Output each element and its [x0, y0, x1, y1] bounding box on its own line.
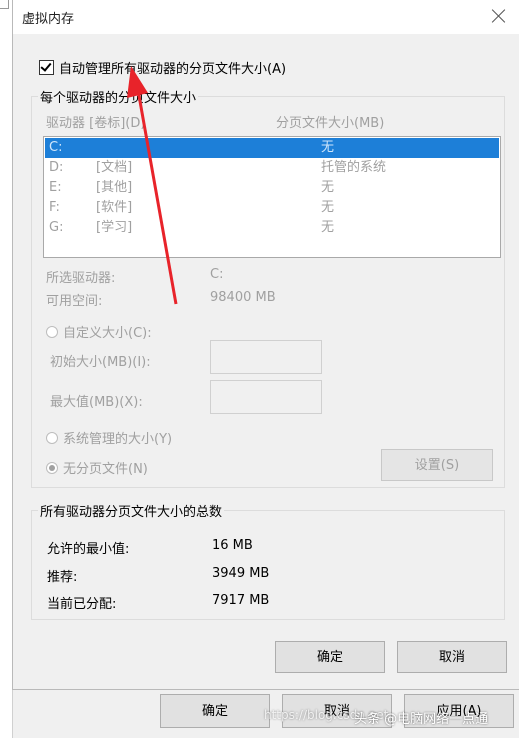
annotation-arrow: [127, 66, 178, 305]
watermark-brand: 头条 @电脑网络一点通: [354, 712, 489, 727]
